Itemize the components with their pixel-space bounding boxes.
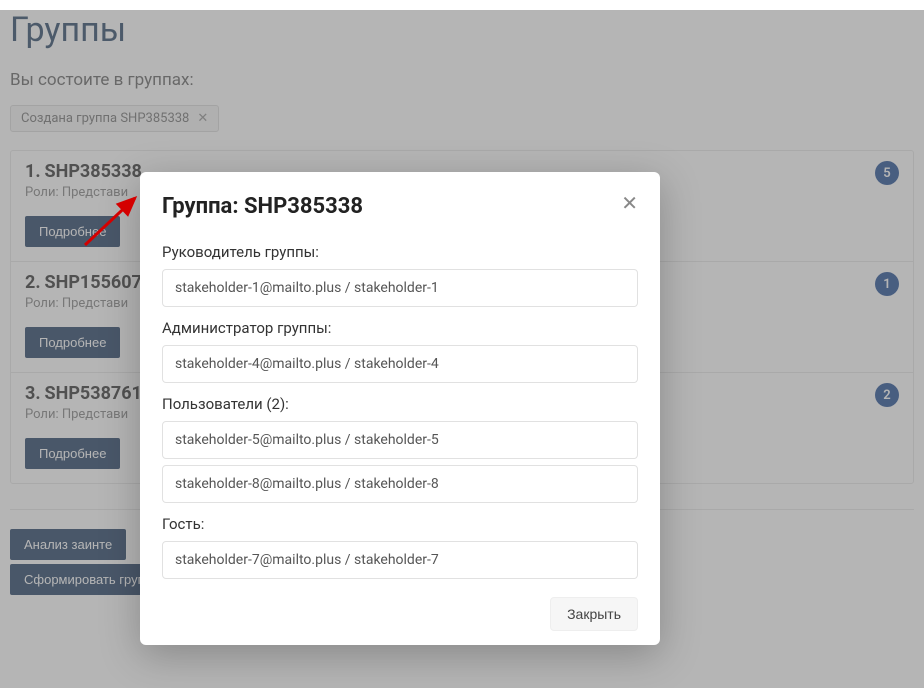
admin-label: Администратор группы: — [162, 319, 638, 337]
guest-value: stakeholder-7@mailto.plus / stakeholder-… — [162, 541, 638, 579]
group-modal: Группа: SHP385338 ✕ Руководитель группы:… — [140, 172, 660, 645]
leader-value: stakeholder-1@mailto.plus / stakeholder-… — [162, 269, 638, 307]
modal-title: Группа: SHP385338 — [162, 194, 363, 219]
admin-value: stakeholder-4@mailto.plus / stakeholder-… — [162, 345, 638, 383]
user-value: stakeholder-5@mailto.plus / stakeholder-… — [162, 421, 638, 459]
close-button[interactable]: Закрыть — [550, 597, 638, 631]
users-label: Пользователи (2): — [162, 395, 638, 413]
guest-label: Гость: — [162, 515, 638, 533]
user-value: stakeholder-8@mailto.plus / stakeholder-… — [162, 465, 638, 503]
leader-label: Руководитель группы: — [162, 243, 638, 261]
close-icon[interactable]: ✕ — [621, 194, 638, 214]
